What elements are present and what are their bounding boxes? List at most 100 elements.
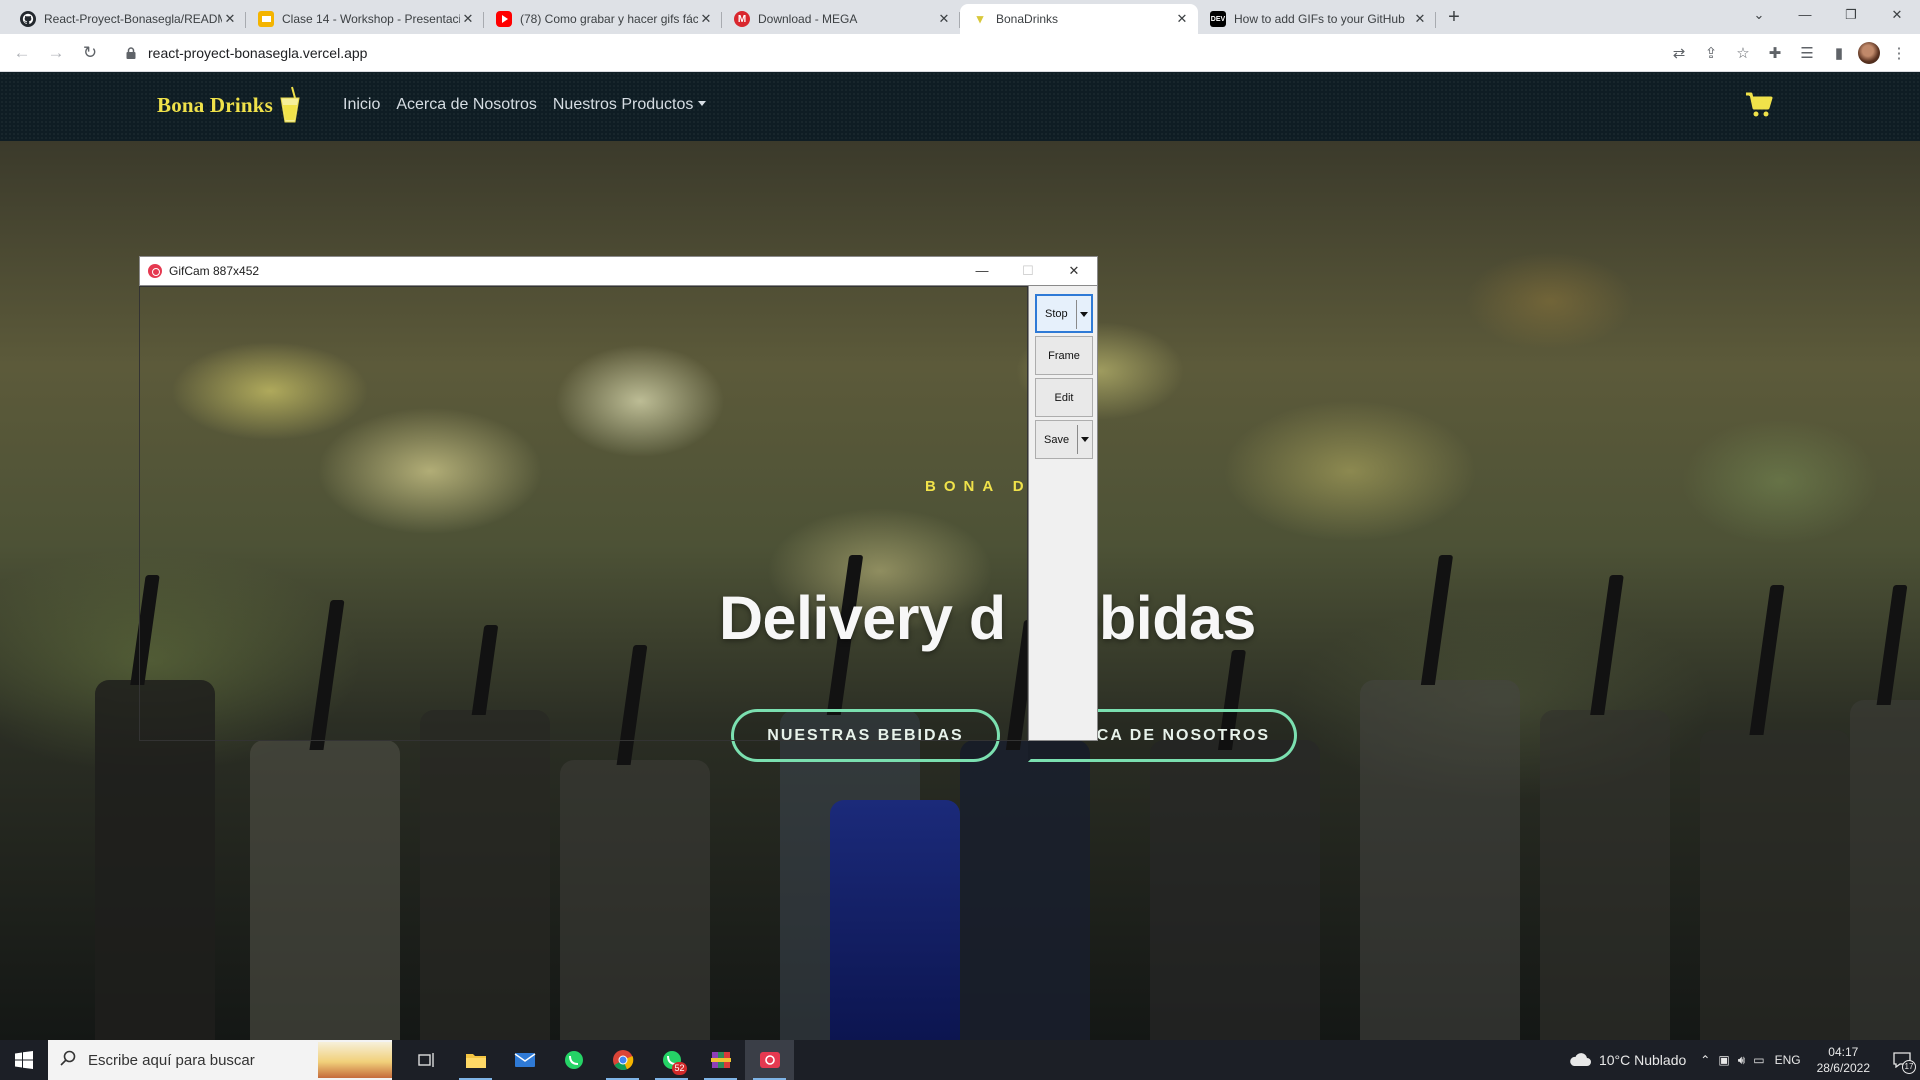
brand-name: Bona Drinks bbox=[157, 92, 273, 117]
nav-link-acerca[interactable]: Acerca de Nosotros bbox=[396, 96, 537, 114]
tab-title: (78) Como grabar y hacer gifs fác bbox=[520, 12, 698, 26]
language-indicator[interactable]: ENG bbox=[1775, 1053, 1801, 1067]
tab-title: Download - MEGA bbox=[758, 12, 858, 26]
whatsapp-desktop-icon[interactable] bbox=[549, 1040, 598, 1080]
tab-mega[interactable]: M Download - MEGA ✕ bbox=[722, 4, 960, 34]
windows-taskbar: Escribe aquí para buscar 52 10°C Nublado… bbox=[0, 1040, 1920, 1080]
gifcam-minimize-button[interactable]: — bbox=[959, 257, 1005, 287]
mail-icon[interactable] bbox=[500, 1040, 549, 1080]
tab-close-icon[interactable]: ✕ bbox=[460, 11, 476, 27]
tab-bonadrinks[interactable]: ▾ BonaDrinks ✕ bbox=[960, 4, 1198, 34]
save-dropdown-icon[interactable] bbox=[1081, 437, 1089, 442]
side-panel-icon[interactable]: ▮ bbox=[1826, 40, 1852, 66]
search-icon bbox=[60, 1050, 76, 1070]
back-icon[interactable]: ← bbox=[6, 37, 38, 69]
tab-clase-14[interactable]: Clase 14 - Workshop - Presentaci ✕ bbox=[246, 4, 484, 34]
search-highlight-image bbox=[318, 1042, 392, 1078]
glass-icon: ▾ bbox=[976, 11, 984, 26]
gifcam-window-controls: — ☐ ✕ bbox=[959, 257, 1097, 287]
tab-title: How to add GIFs to your GitHub bbox=[1234, 12, 1405, 26]
notification-count: 17 bbox=[1902, 1060, 1916, 1074]
volume-icon[interactable]: 🔊︎ bbox=[1738, 1053, 1746, 1068]
acerca-button-label: RCA DE NOSOTROS bbox=[1083, 726, 1270, 744]
tab-github-gifs[interactable]: DEV How to add GIFs to your GitHub ✕ bbox=[1198, 4, 1436, 34]
reload-icon[interactable]: ↻ bbox=[74, 37, 106, 69]
weather-widget[interactable]: 10°C Nublado bbox=[1568, 1052, 1686, 1068]
avatar[interactable] bbox=[1858, 41, 1880, 64]
frame-button[interactable]: Frame bbox=[1035, 336, 1093, 375]
nav-link-inicio[interactable]: Inicio bbox=[343, 96, 380, 114]
tab-title: React-Proyect-Bonasegla/README bbox=[44, 12, 222, 26]
bookmark-star-icon[interactable]: ☆ bbox=[1730, 40, 1756, 66]
winrar-icon[interactable] bbox=[696, 1040, 745, 1080]
browser-window-controls: ⌄ — ❐ ✕ bbox=[1736, 0, 1920, 30]
menu-kebab-icon[interactable]: ⋮ bbox=[1886, 40, 1912, 66]
nav-dropdown-productos[interactable]: Nuestros Productos bbox=[553, 96, 707, 114]
forward-icon[interactable]: → bbox=[40, 37, 72, 69]
browser-toolbar: ← → ↻ react-proyect-bonasegla.vercel.app… bbox=[0, 34, 1920, 72]
tab-youtube[interactable]: (78) Como grabar y hacer gifs fác ✕ bbox=[484, 4, 722, 34]
site-navbar: Bona Drinks Inicio Acerca de Nosotros Nu… bbox=[0, 72, 1920, 141]
new-tab-button[interactable]: + bbox=[1440, 4, 1468, 32]
hero-tagline: BONA D bbox=[925, 478, 1032, 495]
nav-links: Inicio Acerca de Nosotros Nuestros Produ… bbox=[343, 96, 706, 114]
tab-close-icon[interactable]: ✕ bbox=[1412, 11, 1428, 27]
lock-icon bbox=[126, 46, 136, 59]
stop-dropdown-icon[interactable] bbox=[1080, 312, 1088, 317]
reading-list-icon[interactable]: ☰ bbox=[1794, 40, 1820, 66]
hero-title: Delivery d ebidas bbox=[719, 583, 1256, 653]
tab-search-icon[interactable]: ⌄ bbox=[1736, 0, 1782, 30]
gifcam-close-button[interactable]: ✕ bbox=[1051, 257, 1097, 287]
task-view-icon[interactable] bbox=[402, 1040, 451, 1080]
gifcam-taskbar-icon[interactable] bbox=[745, 1040, 794, 1080]
extensions-icon[interactable]: ✚ bbox=[1762, 40, 1788, 66]
meet-now-icon[interactable]: ▣ bbox=[1718, 1053, 1729, 1068]
youtube-icon bbox=[496, 11, 512, 27]
gifcam-titlebar[interactable]: GifCam 887x452 — ☐ ✕ bbox=[139, 256, 1098, 286]
clock-time: 04:17 bbox=[1828, 1045, 1859, 1059]
dev-icon: DEV bbox=[1210, 11, 1226, 27]
tab-github-readme[interactable]: React-Proyect-Bonasegla/README ✕ bbox=[8, 4, 246, 34]
restore-button[interactable]: ❐ bbox=[1828, 0, 1874, 30]
tab-close-icon[interactable]: ✕ bbox=[936, 11, 952, 27]
tab-close-icon[interactable]: ✕ bbox=[1174, 11, 1190, 27]
notification-center-icon[interactable]: 17 bbox=[1884, 1040, 1920, 1080]
file-explorer-icon[interactable] bbox=[451, 1040, 500, 1080]
translate-icon[interactable]: ⇄ bbox=[1666, 40, 1692, 66]
close-button[interactable]: ✕ bbox=[1874, 0, 1920, 30]
address-bar[interactable]: react-proyect-bonasegla.vercel.app bbox=[118, 38, 1618, 68]
tab-title: BonaDrinks bbox=[996, 12, 1059, 26]
clock[interactable]: 04:17 28/6/2022 bbox=[1817, 1044, 1870, 1076]
tab-close-icon[interactable]: ✕ bbox=[222, 11, 238, 27]
network-icon[interactable]: ▭ bbox=[1753, 1053, 1764, 1068]
mega-icon: M bbox=[734, 11, 750, 27]
windows-start-icon[interactable] bbox=[0, 1040, 48, 1080]
tab-close-icon[interactable]: ✕ bbox=[698, 11, 714, 27]
toolbar-actions: ⇄ ⇪ ☆ ✚ ☰ ▮ ⋮ bbox=[1666, 40, 1920, 66]
minimize-button[interactable]: — bbox=[1782, 0, 1828, 30]
hero-title-start: Delivery d bbox=[719, 584, 1006, 652]
taskbar-apps: 52 bbox=[402, 1040, 794, 1080]
search-placeholder: Escribe aquí para buscar bbox=[88, 1051, 255, 1069]
stop-label: Stop bbox=[1045, 307, 1068, 320]
nuestras-bebidas-button[interactable]: NUESTRAS BEBIDAS bbox=[731, 709, 1000, 762]
chevron-up-icon[interactable]: ⌃ bbox=[1700, 1053, 1710, 1068]
gifcam-app-icon bbox=[148, 264, 162, 278]
github-icon bbox=[20, 11, 36, 27]
save-label: Save bbox=[1044, 433, 1070, 446]
google-slides-icon bbox=[258, 11, 274, 27]
taskbar-search-box[interactable]: Escribe aquí para buscar bbox=[48, 1040, 392, 1080]
stop-button[interactable]: Stop bbox=[1035, 294, 1093, 333]
save-button[interactable]: Save bbox=[1035, 420, 1093, 459]
tab-title: Clase 14 - Workshop - Presentaci bbox=[282, 12, 460, 26]
url-text: react-proyect-bonasegla.vercel.app bbox=[148, 44, 368, 61]
whatsapp-badge: 52 bbox=[672, 1062, 687, 1075]
shopping-cart-icon[interactable] bbox=[1745, 92, 1773, 118]
edit-button[interactable]: Edit bbox=[1035, 378, 1093, 417]
chrome-icon[interactable] bbox=[598, 1040, 647, 1080]
brand-logo[interactable]: Bona Drinks bbox=[157, 86, 301, 124]
web-page: Bona Drinks Inicio Acerca de Nosotros Nu… bbox=[0, 72, 1920, 1040]
share-icon[interactable]: ⇪ bbox=[1698, 40, 1724, 66]
whatsapp-icon[interactable]: 52 bbox=[647, 1040, 696, 1080]
browser-tab-strip: React-Proyect-Bonasegla/README ✕ Clase 1… bbox=[0, 0, 1920, 34]
